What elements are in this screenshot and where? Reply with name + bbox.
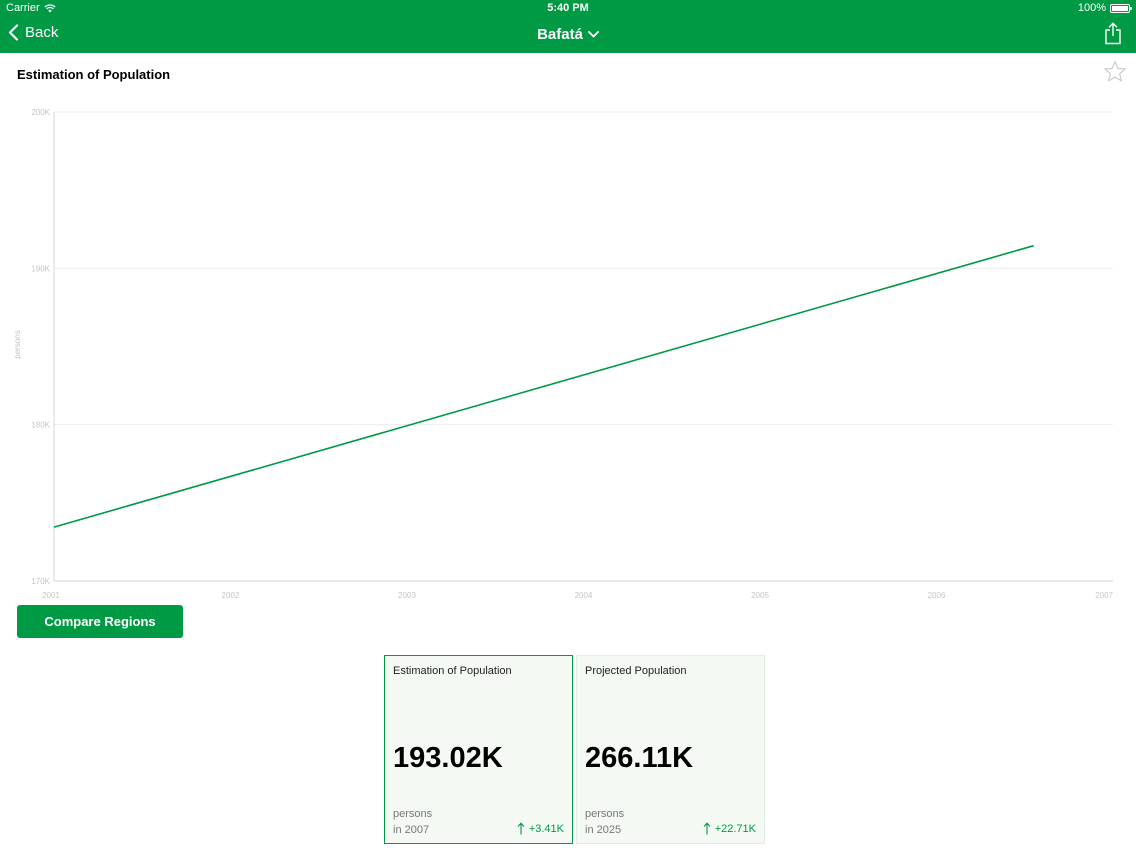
y-axis-label: persons [13,330,22,358]
card-change-value: +3.41K [528,822,564,835]
card-value: 193.02K [393,742,503,774]
region-name: Bafatá [537,26,583,43]
series-line [53,244,1034,528]
page-title: Estimation of Population [17,67,171,82]
card-unit: persons [585,808,625,820]
indicator-card-estimation[interactable]: Estimation of Population 193.02K persons… [384,655,573,844]
favorite-button[interactable] [1103,60,1127,88]
card-unit: persons [393,808,433,820]
battery-percent: 100% [1077,2,1106,14]
top-bar: Carrier 5:40 PM 100% Back Bafatá [0,0,1136,53]
population-line-chart: 170K 180K 190K 200K 2001 2002 2003 2004 2005 2006… [13,108,1114,600]
x-tick-label: 2003 [398,591,416,600]
x-tick-label: 2005 [751,591,769,600]
arrow-up-icon [703,822,711,835]
x-tick-label: 2002 [222,591,240,600]
card-change: +3.41K [517,822,564,835]
y-tick-label: 180K [31,421,50,430]
compare-regions-button[interactable]: Compare Regions [17,605,183,638]
indicator-card-projected[interactable]: Projected Population 266.11K persons in … [576,655,765,844]
y-tick-label: 170K [31,577,50,586]
x-tick-label: 2006 [928,591,946,600]
navigation-bar: Back Bafatá [0,16,1136,53]
card-year: in 2007 [393,824,430,836]
y-tick-label: 190K [31,264,50,273]
battery-fill [1112,5,1128,11]
star-icon [1104,60,1126,82]
status-time: 5:40 PM [547,2,589,14]
region-dropdown[interactable]: Bafatá [537,26,599,43]
x-tick-label: 2007 [1095,591,1113,600]
region-selector: Bafatá [0,26,1136,43]
card-change: +22.71K [703,822,756,835]
share-icon [1105,22,1121,45]
card-change-value: +22.71K [714,822,756,835]
chevron-down-icon [588,31,599,38]
battery-indicator: 100% [1077,2,1132,14]
x-tick-label: 2004 [575,591,593,600]
card-year: in 2025 [585,824,622,836]
card-title: Projected Population [585,665,687,677]
card-value: 266.11K [585,742,694,774]
battery-icon [1110,3,1132,13]
share-button[interactable] [1104,22,1122,50]
y-tick-label: 200K [31,108,50,117]
card-title: Estimation of Population [393,665,512,677]
arrow-up-icon [517,822,525,835]
status-bar: Carrier 5:40 PM 100% [0,0,1136,16]
x-tick-label: 2001 [42,591,60,600]
